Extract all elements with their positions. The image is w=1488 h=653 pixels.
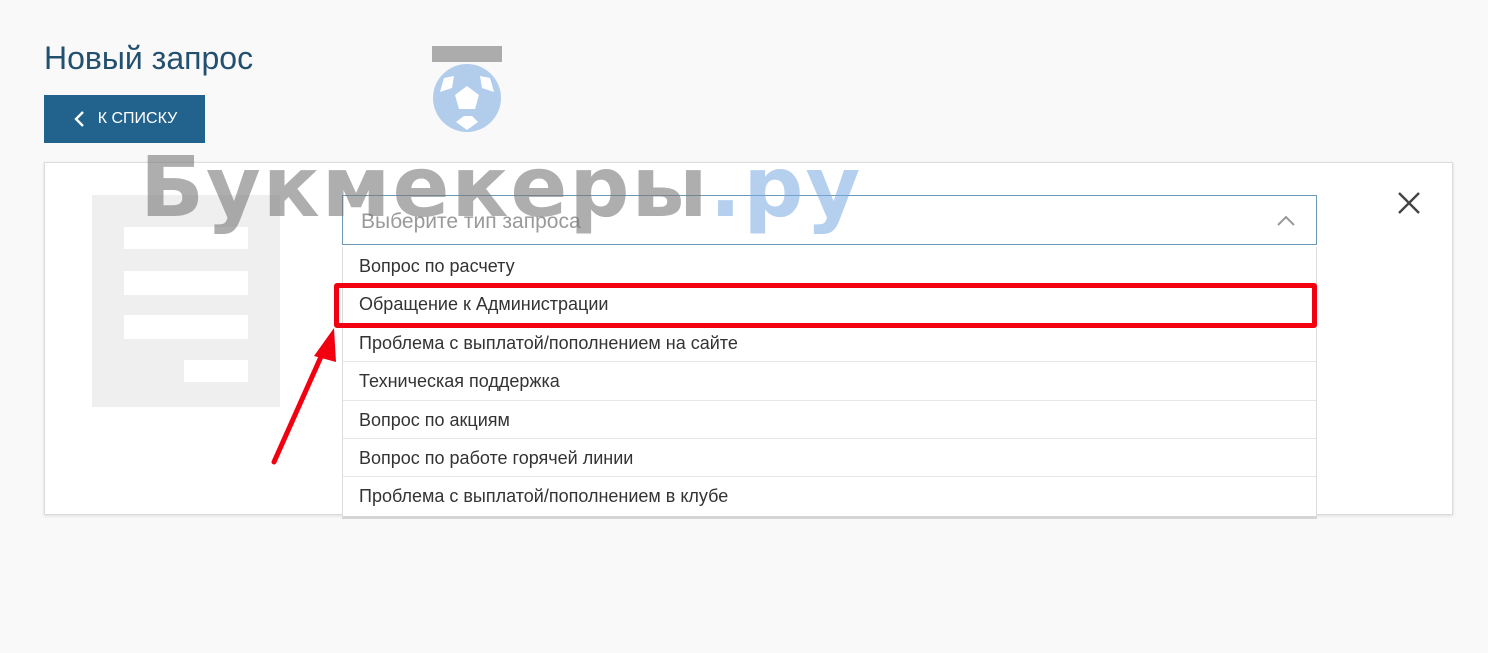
request-type-select[interactable]: Выберите тип запроса [342, 195, 1317, 245]
option-promotions-question[interactable]: Вопрос по акциям [343, 401, 1316, 439]
option-hotline-question[interactable]: Вопрос по работе горячей линии [343, 439, 1316, 478]
request-form-card: Выберите тип запроса Вопрос по расчету О… [44, 162, 1453, 519]
select-placeholder: Выберите тип запроса [361, 210, 581, 233]
request-type-options: Вопрос по расчету Обращение к Администра… [342, 247, 1317, 519]
chevron-left-icon [74, 111, 84, 127]
back-to-list-button[interactable]: К СПИСКУ [44, 95, 205, 143]
option-administration-appeal[interactable]: Обращение к Администрации [343, 285, 1316, 324]
option-calculation-question[interactable]: Вопрос по расчету [343, 247, 1316, 286]
option-site-payment-problem[interactable]: Проблема с выплатой/пополнением на сайте [343, 324, 1316, 363]
back-button-label: К СПИСКУ [97, 110, 178, 127]
close-icon[interactable] [1395, 189, 1423, 217]
page-title: Новый запрос [44, 40, 254, 76]
document-icon [92, 195, 280, 407]
option-technical-support[interactable]: Техническая поддержка [343, 362, 1316, 401]
soccer-ball-icon [432, 46, 502, 132]
option-club-payment-problem[interactable]: Проблема с выплатой/пополнением в клубе [343, 477, 1316, 515]
chevron-up-icon [1277, 215, 1295, 226]
